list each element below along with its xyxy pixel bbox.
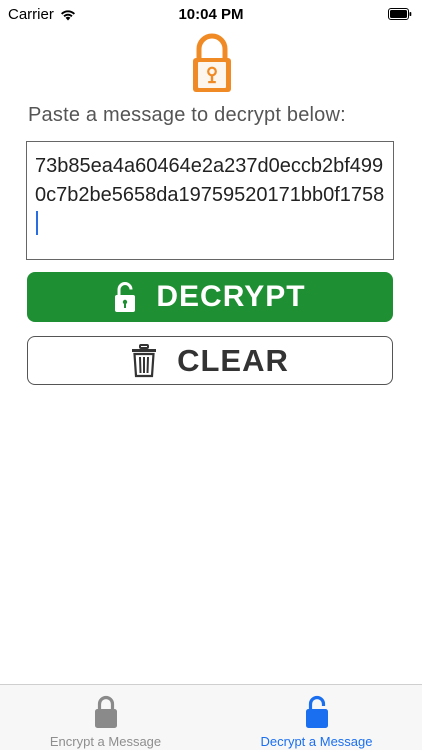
message-text: 73b85ea4a60464e2a237d0eccb2bf4990c7b2be5… xyxy=(35,155,385,206)
clear-button[interactable]: CLEAR xyxy=(27,336,393,385)
tab-encrypt[interactable]: Encrypt a Message xyxy=(0,685,211,751)
tab-encrypt-label: Encrypt a Message xyxy=(49,734,162,749)
decrypt-button-label: DECRYPT xyxy=(156,280,306,313)
battery-icon xyxy=(388,8,412,20)
text-cursor xyxy=(36,211,38,235)
status-bar: Carrier 10:04 PM xyxy=(0,0,422,30)
tab-bar: Encrypt a Message Decrypt a Message xyxy=(0,684,422,750)
trash-icon xyxy=(132,343,157,377)
lock-closed-icon xyxy=(94,695,117,728)
clear-button-label: CLEAR xyxy=(177,342,289,378)
unlock-icon xyxy=(115,282,136,312)
padlock-icon xyxy=(193,33,231,92)
decrypt-button[interactable]: DECRYPT xyxy=(27,272,393,322)
message-input[interactable]: 73b85ea4a60464e2a237d0eccb2bf4990c7b2be5… xyxy=(26,141,394,260)
tab-decrypt-label: Decrypt a Message xyxy=(260,734,373,749)
decrypt-prompt: Paste a message to decrypt below: xyxy=(28,104,346,126)
status-time: 10:04 PM xyxy=(178,6,244,23)
lock-open-icon xyxy=(305,695,328,728)
tab-decrypt[interactable]: Decrypt a Message xyxy=(211,685,422,751)
